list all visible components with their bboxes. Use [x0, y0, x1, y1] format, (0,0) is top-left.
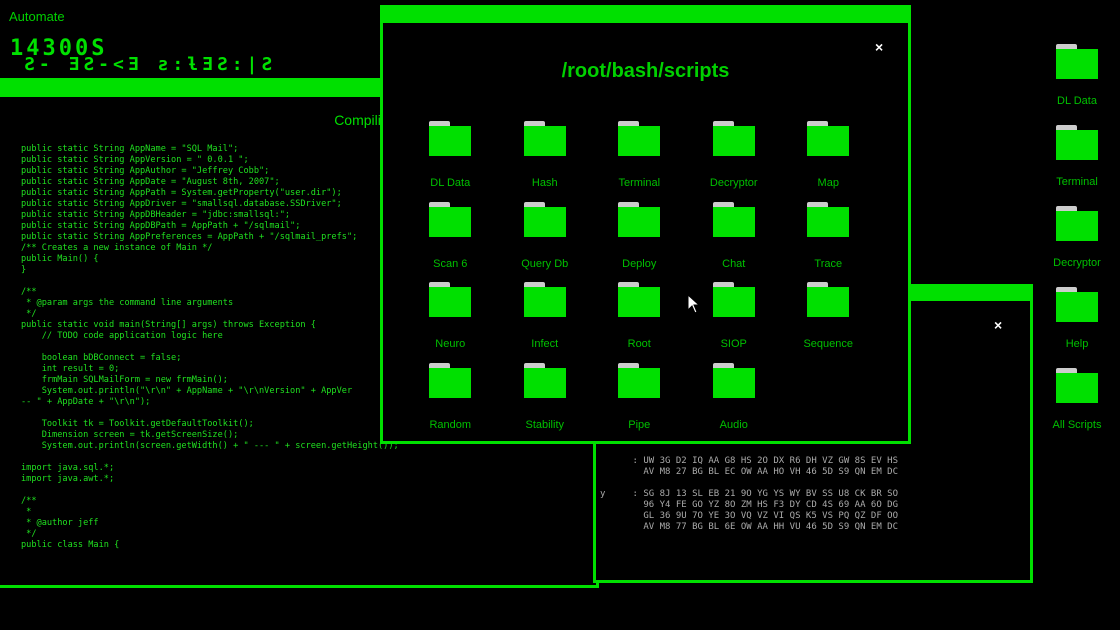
folder-label: Hash	[531, 177, 558, 189]
folder-decryptor[interactable]: Decryptor	[1037, 206, 1117, 287]
close-icon[interactable]: ×	[994, 317, 1002, 333]
folder-icon	[523, 282, 566, 317]
folder-icon	[1056, 287, 1098, 322]
folder-icon	[712, 282, 755, 317]
folder-label: Help	[1065, 338, 1089, 350]
folder-label: Decryptor	[709, 177, 758, 189]
folder-all-scripts[interactable]: All Scripts	[1037, 368, 1117, 449]
folder-audio[interactable]: Audio	[687, 362, 782, 444]
folder-icon	[712, 362, 755, 398]
folder-label: Random	[429, 418, 472, 431]
folder-icon	[618, 121, 661, 156]
folder-label: Infect	[531, 338, 559, 350]
folder-icon	[523, 201, 566, 237]
key-output: phrase: bgUravi raUrKuEruSAKU : UW 3G D2…	[600, 434, 899, 532]
folder-label: Chat	[722, 257, 746, 270]
folder-icon	[1056, 44, 1098, 79]
folder-label: SIOP	[720, 338, 747, 350]
folder-icon	[429, 121, 472, 156]
folder-icon	[429, 282, 472, 317]
folder-label: All Scripts	[1052, 419, 1102, 431]
folder-map[interactable]: Map	[781, 121, 876, 202]
folder-label: Trace	[814, 257, 843, 270]
code-listing: public static String AppName = "SQL Mail…	[21, 144, 399, 550]
folder-scan-6[interactable]: Scan 6	[403, 201, 498, 283]
folder-neuro[interactable]: Neuro	[403, 282, 498, 363]
folder-icon	[523, 362, 566, 398]
scripts-window-title: /root/bash/scripts	[561, 60, 730, 82]
clock-line-2: Ƨ- ƎƧ-<Ǝ ƨ:ƚƎƧ:|Ƨ	[24, 54, 277, 75]
folder-icon	[807, 282, 850, 317]
folder-label: Deploy	[622, 257, 657, 270]
folder-label: Pipe	[628, 418, 651, 431]
folder-icon	[523, 121, 566, 156]
folder-icon	[1056, 125, 1098, 160]
close-icon[interactable]: ×	[875, 39, 883, 55]
folder-dl-data[interactable]: DL Data	[403, 121, 498, 202]
folder-label: Decryptor	[1053, 257, 1101, 269]
folder-trace[interactable]: Trace	[781, 201, 876, 283]
folder-label: Query Db	[521, 257, 569, 270]
folder-chat[interactable]: Chat	[687, 201, 782, 283]
folder-icon	[712, 201, 755, 237]
folder-icon	[429, 201, 472, 237]
folder-root[interactable]: Root	[592, 282, 687, 363]
folder-icon	[429, 362, 472, 398]
scripts-window: /root/bash/scripts × DL Data Hash Terminal…	[380, 5, 911, 444]
folder-random[interactable]: Random	[403, 362, 498, 444]
folder-icon	[618, 362, 661, 398]
folder-sequence[interactable]: Sequence	[781, 282, 876, 363]
folder-dl-data[interactable]: DL Data	[1037, 44, 1117, 125]
folder-label: Root	[627, 338, 651, 350]
scripts-window-titlebar[interactable]	[383, 8, 908, 23]
folder-label: Scan 6	[433, 257, 468, 270]
folder-icon	[807, 201, 850, 237]
folder-label: Neuro	[435, 338, 466, 350]
folder-icon	[807, 121, 850, 156]
folder-label: Terminal	[618, 177, 661, 189]
folder-icon	[712, 121, 755, 156]
folder-terminal[interactable]: Terminal	[1037, 125, 1117, 206]
folder-icon	[618, 282, 661, 317]
desktop-icons: DL Data Terminal Decryptor Help All Scripts	[1037, 44, 1117, 449]
folder-pipe[interactable]: Pipe	[592, 362, 687, 444]
folder-deploy[interactable]: Deploy	[592, 201, 687, 283]
folder-hash[interactable]: Hash	[498, 121, 593, 202]
folder-infect[interactable]: Infect	[498, 282, 593, 363]
folder-help[interactable]: Help	[1037, 287, 1117, 368]
folder-grid: DL Data Hash Terminal Decryptor Map Scan 6 Que…	[403, 121, 876, 443]
folder-label: Map	[817, 177, 839, 189]
folder-decryptor[interactable]: Decryptor	[687, 121, 782, 202]
folder-query-db[interactable]: Query Db	[498, 201, 593, 283]
folder-label: Stability	[525, 418, 565, 431]
folder-label: Audio	[719, 418, 748, 431]
digital-clock: 14300S Ƨ- ƎƧ-<Ǝ ƨ:ƚƎƧ:|Ƨ	[10, 38, 276, 76]
folder-label: Sequence	[803, 338, 854, 350]
folder-label: Terminal	[1056, 176, 1098, 188]
folder-label: DL Data	[1057, 95, 1097, 107]
folder-stability[interactable]: Stability	[498, 362, 593, 444]
mouse-cursor-icon	[687, 294, 701, 314]
folder-icon	[1056, 206, 1098, 241]
folder-icon	[618, 201, 661, 237]
folder-icon	[1056, 368, 1098, 403]
app-title: Automate	[9, 9, 65, 24]
folder-terminal[interactable]: Terminal	[592, 121, 687, 202]
folder-label: DL Data	[430, 177, 471, 189]
